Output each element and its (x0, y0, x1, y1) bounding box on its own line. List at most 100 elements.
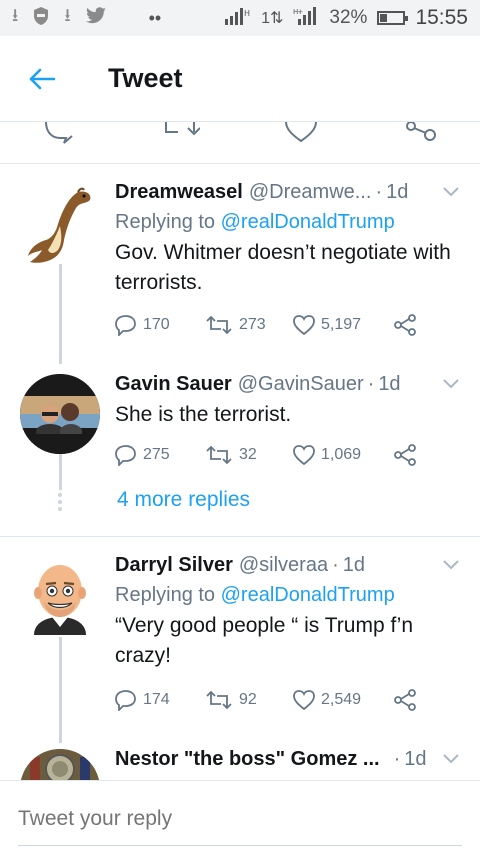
display-name[interactable]: Nestor "the boss" Gomez ... (115, 748, 380, 771)
twitter-bird-icon (85, 6, 107, 30)
replying-to: Replying to @realDonaldTrump (115, 211, 462, 234)
reply-button[interactable]: 275 (115, 444, 205, 466)
share-button[interactable] (393, 314, 417, 336)
more-notifications-icon: •• (148, 7, 162, 28)
meta-separator: · (393, 747, 401, 770)
system-status: H 1⇅ H+ 32% 15:55 (225, 6, 468, 30)
retweet-icon[interactable] (160, 122, 200, 140)
download-icon: ⭳ (64, 5, 71, 25)
tweet[interactable]: Nestor "the boss" Gomez ... · 1d (0, 743, 480, 780)
meta-separator: · (332, 553, 339, 576)
share-icon (394, 689, 416, 711)
tweet-actions: 275 32 1,069 (115, 440, 462, 470)
tweet-menu-button[interactable] (440, 181, 462, 203)
reply-icon (115, 445, 136, 466)
tweet-menu-button[interactable] (440, 554, 462, 576)
user-handle[interactable]: @GavinSauer (238, 373, 364, 396)
reply-icon (115, 690, 136, 711)
tweet-content: Gavin Sauer @GavinSauer · 1d She is the … (115, 370, 462, 430)
tweet-meta: Dreamweasel @Dreamwe... · 1d (115, 178, 462, 206)
timestamp: 1d (404, 747, 427, 770)
chevron-down-icon (443, 560, 459, 570)
avatar[interactable] (20, 749, 100, 780)
thread-dots (57, 492, 63, 511)
chevron-down-icon (443, 379, 459, 389)
tweet-menu-button[interactable] (440, 373, 462, 395)
display-name[interactable]: Dreamweasel (115, 181, 243, 204)
share-icon (394, 314, 416, 336)
reply-composer (0, 780, 480, 854)
timestamp: 1d (342, 553, 365, 576)
meta-separator: · (375, 180, 383, 203)
tweet-text: “Very good people “ is Trump f’n crazy! (115, 614, 414, 667)
like-count: 1,069 (321, 446, 362, 463)
more-replies-link[interactable]: 4 more replies (117, 488, 250, 512)
share-icon (394, 444, 416, 466)
tweet-actions: 174 92 2,549 (115, 685, 462, 715)
reply-count: 170 (143, 316, 170, 333)
replying-mention-link[interactable]: @realDonaldTrump (221, 584, 395, 606)
timestamp: 1d (378, 372, 401, 395)
meta-separator: · (367, 372, 375, 395)
share-button[interactable] (393, 444, 417, 466)
retweet-icon (206, 690, 232, 710)
main-tweet-actions (0, 122, 480, 164)
replying-mention-link[interactable]: @realDonaldTrump (221, 211, 395, 233)
tweet-reply-input[interactable] (18, 807, 458, 831)
reply-button[interactable]: 170 (115, 314, 205, 336)
tweet[interactable]: Dreamweasel @Dreamwe... · 1d Replying to… (0, 164, 480, 364)
reply-input-underline (18, 845, 462, 846)
seal-photo-avatar-icon (20, 749, 100, 780)
thread-line (59, 264, 62, 364)
display-name[interactable]: Gavin Sauer (115, 373, 232, 396)
tweet-menu-button[interactable] (440, 748, 462, 770)
clock: 15:55 (415, 6, 468, 29)
tweet-content: Nestor "the boss" Gomez ... · 1d (115, 745, 462, 773)
tweet-text: She is the terrorist. (115, 403, 292, 426)
tweet[interactable]: Gavin Sauer @GavinSauer · 1d She is the … (0, 364, 480, 534)
like-icon[interactable] (284, 122, 318, 142)
battery-icon (377, 11, 409, 25)
like-count: 5,197 (321, 316, 362, 333)
svg-text:H: H (244, 9, 250, 18)
app-header: Tweet (0, 36, 480, 122)
reply-count: 174 (143, 691, 170, 708)
status-bar: ⭳ ⭳ •• H 1⇅ H+ 32% 15:55 (0, 0, 480, 36)
retweet-button[interactable]: 273 (205, 315, 293, 335)
battery-percent: 32% (329, 7, 368, 28)
retweet-button[interactable]: 32 (205, 445, 293, 465)
reply-count: 275 (143, 446, 170, 463)
reply-icon[interactable] (44, 122, 76, 144)
retweet-icon (206, 315, 232, 335)
like-button[interactable]: 2,549 (293, 690, 393, 710)
avatar[interactable] (20, 184, 100, 264)
tweet-meta: Nestor "the boss" Gomez ... · 1d (115, 745, 462, 773)
heart-icon (293, 315, 315, 335)
share-button[interactable] (393, 689, 417, 711)
data-transfer-icon: 1⇅ (261, 10, 284, 27)
retweet-icon (206, 445, 232, 465)
reply-icon (115, 315, 136, 336)
avatar[interactable] (20, 555, 100, 635)
share-icon[interactable] (404, 122, 436, 142)
replying-to: Replying to @realDonaldTrump (115, 584, 462, 607)
thread-line (59, 454, 62, 490)
tweet-text: Gov. Whitmer doesn’t negotiate with terr… (115, 241, 451, 294)
svg-text:H+: H+ (293, 8, 303, 16)
like-button[interactable]: 1,069 (293, 445, 393, 465)
user-handle[interactable]: @silveraa (239, 554, 328, 577)
like-button[interactable]: 5,197 (293, 315, 393, 335)
retweet-button[interactable]: 92 (205, 690, 293, 710)
download-icon: ⭳ (12, 5, 19, 25)
retweet-count: 273 (239, 316, 266, 333)
avatar[interactable] (20, 374, 100, 454)
retweet-count: 92 (239, 691, 257, 708)
page-title: Tweet (108, 63, 183, 93)
tweet[interactable]: Darryl Silver @silveraa · 1d Replying to… (0, 537, 480, 743)
timestamp: 1d (386, 180, 409, 203)
back-button[interactable] (22, 59, 62, 99)
user-handle[interactable]: @Dreamwe... (249, 181, 372, 204)
reply-button[interactable]: 174 (115, 689, 205, 711)
couple-photo-avatar-icon (20, 374, 100, 454)
display-name[interactable]: Darryl Silver (115, 554, 233, 577)
